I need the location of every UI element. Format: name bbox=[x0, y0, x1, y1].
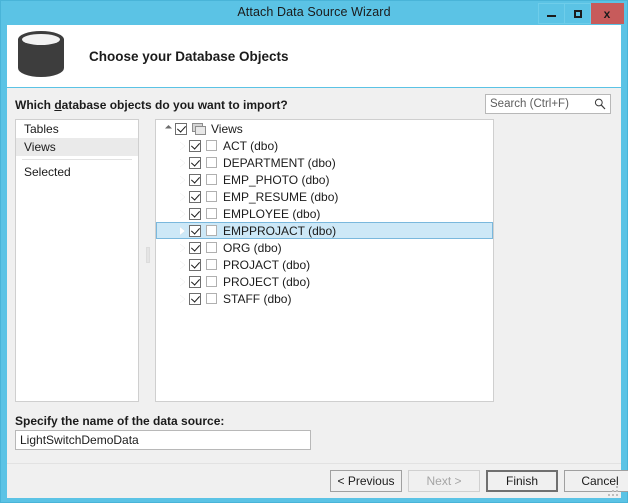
object-type-item-selected[interactable]: Selected bbox=[16, 163, 138, 181]
tree-node-checkbox[interactable] bbox=[189, 224, 201, 237]
expand-triangle-icon[interactable] bbox=[175, 260, 189, 269]
tree-node-label: ORG (dbo) bbox=[223, 240, 282, 255]
database-cylinder-icon bbox=[18, 31, 64, 81]
prompt-label: Which database objects do you want to im… bbox=[15, 98, 288, 112]
view-square-icon bbox=[206, 225, 217, 236]
tree-root-label: Views bbox=[211, 121, 243, 136]
cancel-button[interactable]: Cancel bbox=[564, 470, 628, 492]
collapse-triangle-icon[interactable] bbox=[161, 124, 175, 133]
view-square-icon bbox=[206, 191, 217, 202]
tree-row[interactable]: ORG (dbo) bbox=[156, 239, 493, 256]
window-title: Attach Data Source Wizard bbox=[237, 5, 391, 19]
expand-triangle-icon[interactable] bbox=[175, 294, 189, 303]
expand-triangle-icon[interactable] bbox=[175, 226, 189, 235]
maximize-icon bbox=[573, 9, 582, 18]
expand-triangle-icon[interactable] bbox=[175, 209, 189, 218]
wizard-window: Attach Data Source Wizard x Choose your … bbox=[0, 0, 628, 503]
wizard-body: Which database objects do you want to im… bbox=[7, 88, 621, 463]
resize-grip-icon[interactable] bbox=[608, 486, 618, 496]
tree-node-checkbox[interactable] bbox=[189, 241, 201, 254]
expand-triangle-icon[interactable] bbox=[175, 175, 189, 184]
tree-row[interactable]: DEPARTMENT (dbo) bbox=[156, 154, 493, 171]
view-square-icon bbox=[206, 140, 217, 151]
list-divider bbox=[22, 159, 132, 160]
expand-triangle-icon[interactable] bbox=[175, 158, 189, 167]
expand-triangle-icon[interactable] bbox=[175, 192, 189, 201]
expand-triangle-icon[interactable] bbox=[175, 141, 189, 150]
prompt-text-after: atabase objects do you want to import? bbox=[61, 98, 288, 112]
tree-node-checkbox[interactable] bbox=[189, 275, 201, 288]
previous-button[interactable]: < Previous bbox=[330, 470, 402, 492]
tree-node-label: PROJACT (dbo) bbox=[223, 257, 311, 272]
tree-node-label: EMP_PHOTO (dbo) bbox=[223, 172, 330, 187]
panel-splitter[interactable] bbox=[144, 119, 152, 402]
tree-row[interactable]: EMP_RESUME (dbo) bbox=[156, 188, 493, 205]
data-source-name-label: Specify the name of the data source: bbox=[15, 414, 225, 428]
tree-row[interactable]: ACT (dbo) bbox=[156, 137, 493, 154]
tree-row[interactable]: PROJACT (dbo) bbox=[156, 256, 493, 273]
view-square-icon bbox=[206, 208, 217, 219]
view-square-icon bbox=[206, 293, 217, 304]
tree-node-label: ACT (dbo) bbox=[223, 138, 279, 153]
database-objects-tree[interactable]: Views ACT (dbo) DEPARTMENT (dbo) EMP_PHO… bbox=[155, 119, 494, 402]
tree-node-label: EMPPROJACT (dbo) bbox=[223, 223, 337, 238]
tree-root-checkbox[interactable] bbox=[175, 122, 187, 135]
tree-node-label: DEPARTMENT (dbo) bbox=[223, 155, 336, 170]
tree-row-root[interactable]: Views bbox=[156, 120, 493, 137]
close-icon: x bbox=[603, 6, 611, 21]
view-square-icon bbox=[206, 157, 217, 168]
tree-node-checkbox[interactable] bbox=[189, 173, 201, 186]
object-type-list[interactable]: Tables Views Selected bbox=[15, 119, 139, 402]
tree-row[interactable]: STAFF (dbo) bbox=[156, 290, 493, 307]
search-input[interactable] bbox=[490, 97, 588, 111]
wizard-footer: < Previous Next > Finish Cancel bbox=[7, 463, 628, 498]
next-button: Next > bbox=[408, 470, 480, 492]
tree-node-checkbox[interactable] bbox=[189, 190, 201, 203]
tree-node-checkbox[interactable] bbox=[189, 258, 201, 271]
data-source-name-input[interactable] bbox=[15, 430, 311, 450]
tree-node-checkbox[interactable] bbox=[189, 292, 201, 305]
view-square-icon bbox=[206, 259, 217, 270]
object-type-item-views[interactable]: Views bbox=[16, 138, 138, 156]
tree-row-selected[interactable]: EMPPROJACT (dbo) bbox=[156, 222, 493, 239]
search-icon bbox=[594, 98, 606, 110]
finish-button[interactable]: Finish bbox=[486, 470, 558, 492]
splitter-grip[interactable] bbox=[146, 247, 150, 263]
view-square-icon bbox=[206, 242, 217, 253]
wizard-header: Choose your Database Objects bbox=[7, 25, 621, 87]
title-bar[interactable]: Attach Data Source Wizard x bbox=[1, 1, 627, 25]
views-stack-icon bbox=[192, 122, 206, 135]
close-button[interactable]: x bbox=[591, 3, 624, 24]
tree-node-label: STAFF (dbo) bbox=[223, 291, 292, 306]
object-type-item-tables[interactable]: Tables bbox=[16, 120, 138, 138]
tree-node-label: PROJECT (dbo) bbox=[223, 274, 311, 289]
tree-row[interactable]: PROJECT (dbo) bbox=[156, 273, 493, 290]
search-box[interactable] bbox=[485, 94, 611, 114]
tree-node-label: EMPLOYEE (dbo) bbox=[223, 206, 321, 221]
expand-triangle-icon[interactable] bbox=[175, 277, 189, 286]
tree-row[interactable]: EMPLOYEE (dbo) bbox=[156, 205, 493, 222]
tree-row[interactable]: EMP_PHOTO (dbo) bbox=[156, 171, 493, 188]
minimize-button[interactable] bbox=[538, 3, 565, 24]
prompt-accel-char: d bbox=[54, 98, 62, 112]
prompt-text-before: Which bbox=[15, 98, 55, 112]
expand-triangle-icon[interactable] bbox=[175, 243, 189, 252]
tree-node-checkbox[interactable] bbox=[189, 139, 201, 152]
page-title: Choose your Database Objects bbox=[89, 49, 289, 64]
view-square-icon bbox=[206, 276, 217, 287]
view-square-icon bbox=[206, 174, 217, 185]
maximize-button[interactable] bbox=[565, 3, 591, 24]
tree-node-checkbox[interactable] bbox=[189, 156, 201, 169]
tree-node-label: EMP_RESUME (dbo) bbox=[223, 189, 339, 204]
tree-node-checkbox[interactable] bbox=[189, 207, 201, 220]
minimize-icon bbox=[547, 15, 556, 17]
window-controls: x bbox=[538, 3, 624, 24]
